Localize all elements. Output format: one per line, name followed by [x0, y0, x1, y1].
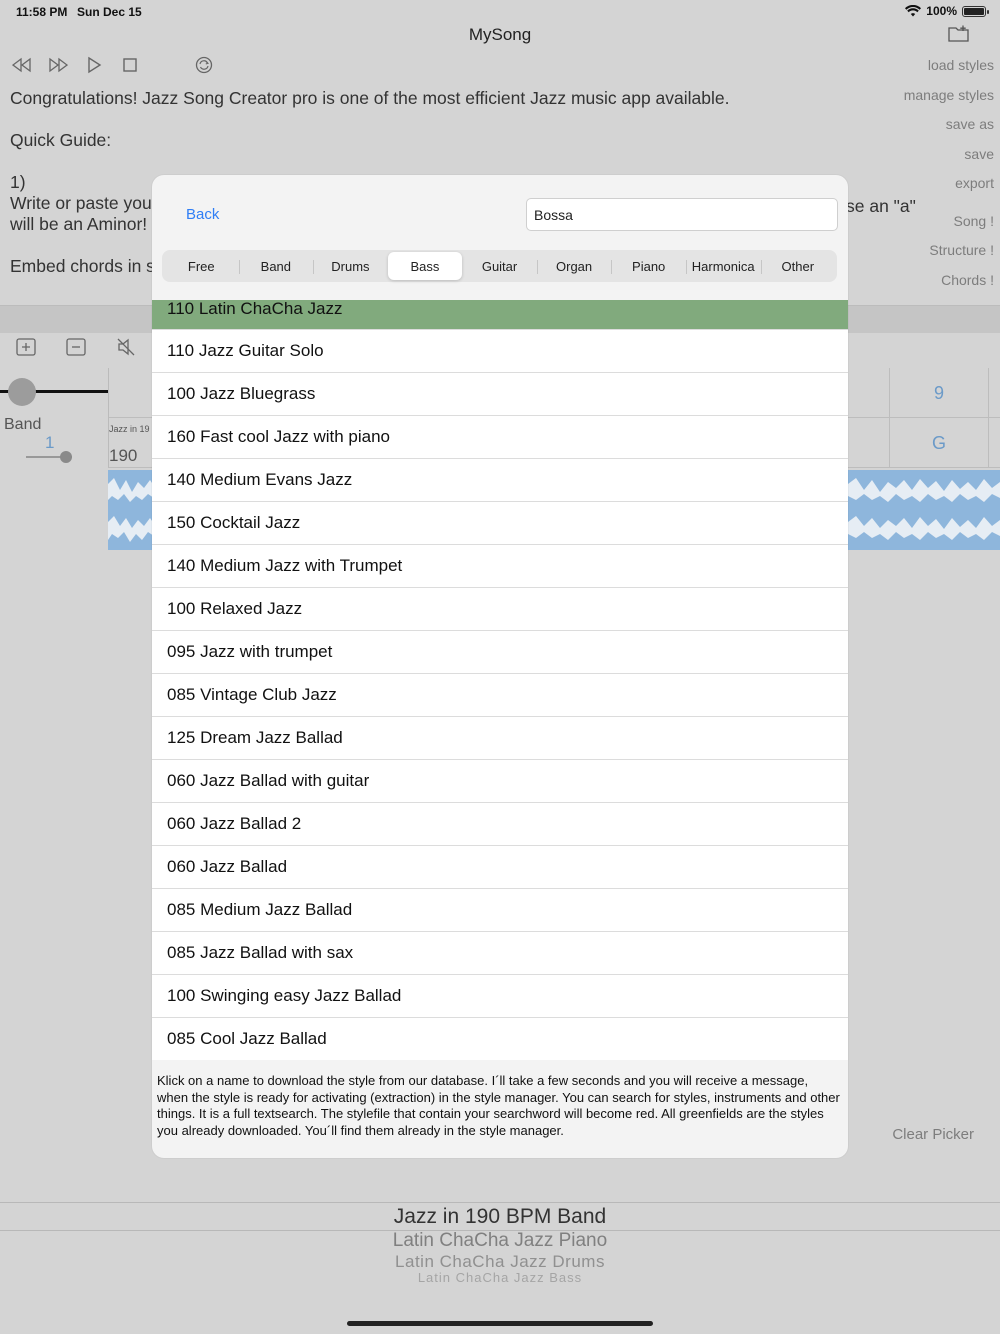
tab-piano[interactable]: Piano: [611, 252, 686, 280]
track-tools: [14, 336, 138, 358]
wifi-icon: [905, 5, 922, 17]
list-item[interactable]: 160 Fast cool Jazz with piano: [152, 416, 848, 459]
status-date: Sun Dec 15: [77, 5, 142, 19]
waveform-right: [848, 470, 1000, 550]
fast-forward-icon: [49, 57, 68, 73]
tab-harmonica[interactable]: Harmonica: [685, 252, 761, 280]
chord-cell[interactable]: G: [889, 418, 989, 468]
style-download-modal: Back Free Band Drums Bass Guitar Organ P…: [152, 175, 848, 1158]
list-item[interactable]: 140 Medium Evans Jazz: [152, 459, 848, 502]
tab-free[interactable]: Free: [164, 252, 239, 280]
list-item[interactable]: 085 Cool Jazz Ballad: [152, 1018, 848, 1060]
picker-item[interactable]: Latin ChaCha Jazz Piano: [0, 1230, 1000, 1252]
loop-button[interactable]: [192, 52, 216, 78]
loop-icon: [195, 56, 213, 74]
export-button[interactable]: export: [904, 174, 994, 204]
back-button[interactable]: Back: [186, 206, 219, 223]
list-item[interactable]: 085 Medium Jazz Ballad: [152, 889, 848, 932]
list-item[interactable]: 140 Medium Jazz with Trumpet: [152, 545, 848, 588]
battery-percent: 100%: [926, 4, 957, 18]
slider-knob[interactable]: [8, 378, 36, 406]
waveform-left: [108, 470, 154, 550]
play-icon: [88, 56, 102, 74]
stop-icon: [123, 58, 137, 72]
list-item[interactable]: 085 Vintage Club Jazz: [152, 674, 848, 717]
style-picker[interactable]: Jazz in 190 BPM Band Latin ChaCha Jazz P…: [0, 1205, 1000, 1285]
picker-item[interactable]: Latin ChaCha Jazz Drums: [0, 1252, 1000, 1271]
waveform-graphic: [848, 478, 1000, 540]
list-item[interactable]: 060 Jazz Ballad 2: [152, 803, 848, 846]
list-item[interactable]: 100 Jazz Bluegrass: [152, 373, 848, 416]
style-list: 110 Latin ChaCha Jazz 110 Jazz Guitar So…: [152, 300, 848, 1060]
track-label: Band: [4, 416, 42, 433]
list-item[interactable]: 100 Relaxed Jazz: [152, 588, 848, 631]
home-indicator: [347, 1321, 653, 1326]
save-as-button[interactable]: save as: [904, 115, 994, 145]
mute-button[interactable]: [114, 336, 138, 358]
folder-add-icon[interactable]: [948, 25, 970, 43]
save-button[interactable]: save: [904, 145, 994, 175]
waveform-graphic: [108, 478, 154, 542]
status-bar: 11:58 PM Sun Dec 15 100%: [0, 0, 1000, 24]
list-item[interactable]: 060 Jazz Ballad: [152, 846, 848, 889]
guide-line: Congratulations! Jazz Song Creator pro i…: [10, 88, 730, 108]
song-button[interactable]: Song !: [904, 212, 994, 242]
track-volume-knob[interactable]: [60, 451, 72, 463]
tab-guitar[interactable]: Guitar: [462, 252, 537, 280]
picker-divider-top: [0, 1202, 1000, 1203]
load-styles-button[interactable]: load styles: [904, 56, 994, 86]
list-item[interactable]: 060 Jazz Ballad with guitar: [152, 760, 848, 803]
tab-band[interactable]: Band: [238, 252, 314, 280]
style-search-input[interactable]: [526, 198, 838, 231]
rewind-icon: [12, 57, 31, 73]
help-text: Klick on a name to download the style fr…: [157, 1073, 840, 1138]
list-item[interactable]: 085 Jazz Ballad with sax: [152, 932, 848, 975]
app-title: MySong: [468, 25, 532, 44]
rewind-button[interactable]: [10, 52, 34, 78]
guide-line: Quick Guide:: [10, 130, 112, 150]
status-right: 100%: [905, 4, 989, 18]
chords-button[interactable]: Chords !: [904, 271, 994, 301]
remove-track-button[interactable]: [64, 336, 88, 358]
picker-item[interactable]: Latin ChaCha Jazz Bass: [0, 1270, 1000, 1285]
tempo-value: 190: [109, 446, 138, 465]
battery-icon: [962, 5, 989, 17]
category-segmented-control: Free Band Drums Bass Guitar Organ Piano …: [162, 250, 837, 282]
tab-other[interactable]: Other: [760, 252, 836, 280]
fast-forward-button[interactable]: [46, 52, 70, 78]
transport-toolbar: [10, 52, 228, 78]
tab-drums[interactable]: Drums: [313, 252, 388, 280]
status-time: 11:58 PM: [16, 5, 68, 19]
list-item[interactable]: 110 Jazz Guitar Solo: [152, 330, 848, 373]
track-number[interactable]: 1: [45, 433, 54, 453]
structure-button[interactable]: Structure !: [904, 241, 994, 271]
list-item[interactable]: 100 Swinging easy Jazz Ballad: [152, 975, 848, 1018]
tab-bass[interactable]: Bass: [387, 252, 463, 280]
clear-picker-button[interactable]: Clear Picker: [892, 1126, 974, 1143]
speaker-mute-icon: [117, 338, 135, 356]
stop-button[interactable]: [118, 52, 142, 78]
guide-line-right: se an "a": [846, 196, 916, 216]
add-track-button[interactable]: [14, 336, 38, 358]
list-item-downloaded[interactable]: 110 Latin ChaCha Jazz: [152, 300, 848, 330]
tab-organ[interactable]: Organ: [536, 252, 612, 280]
list-item[interactable]: 095 Jazz with trumpet: [152, 631, 848, 674]
plus-square-icon: [16, 338, 36, 356]
side-menu: load styles manage styles save as save e…: [904, 56, 994, 300]
bar-number-cell[interactable]: 9: [889, 368, 989, 418]
list-item[interactable]: 125 Dream Jazz Ballad: [152, 717, 848, 760]
minus-square-icon: [66, 338, 86, 356]
volume-slider[interactable]: [0, 368, 108, 416]
list-item[interactable]: 150 Cocktail Jazz: [152, 502, 848, 545]
play-button[interactable]: [82, 52, 106, 78]
style-label: Jazz in 19: [109, 424, 150, 434]
picker-item-selected[interactable]: Jazz in 190 BPM Band: [0, 1205, 1000, 1230]
manage-styles-button[interactable]: manage styles: [904, 86, 994, 116]
